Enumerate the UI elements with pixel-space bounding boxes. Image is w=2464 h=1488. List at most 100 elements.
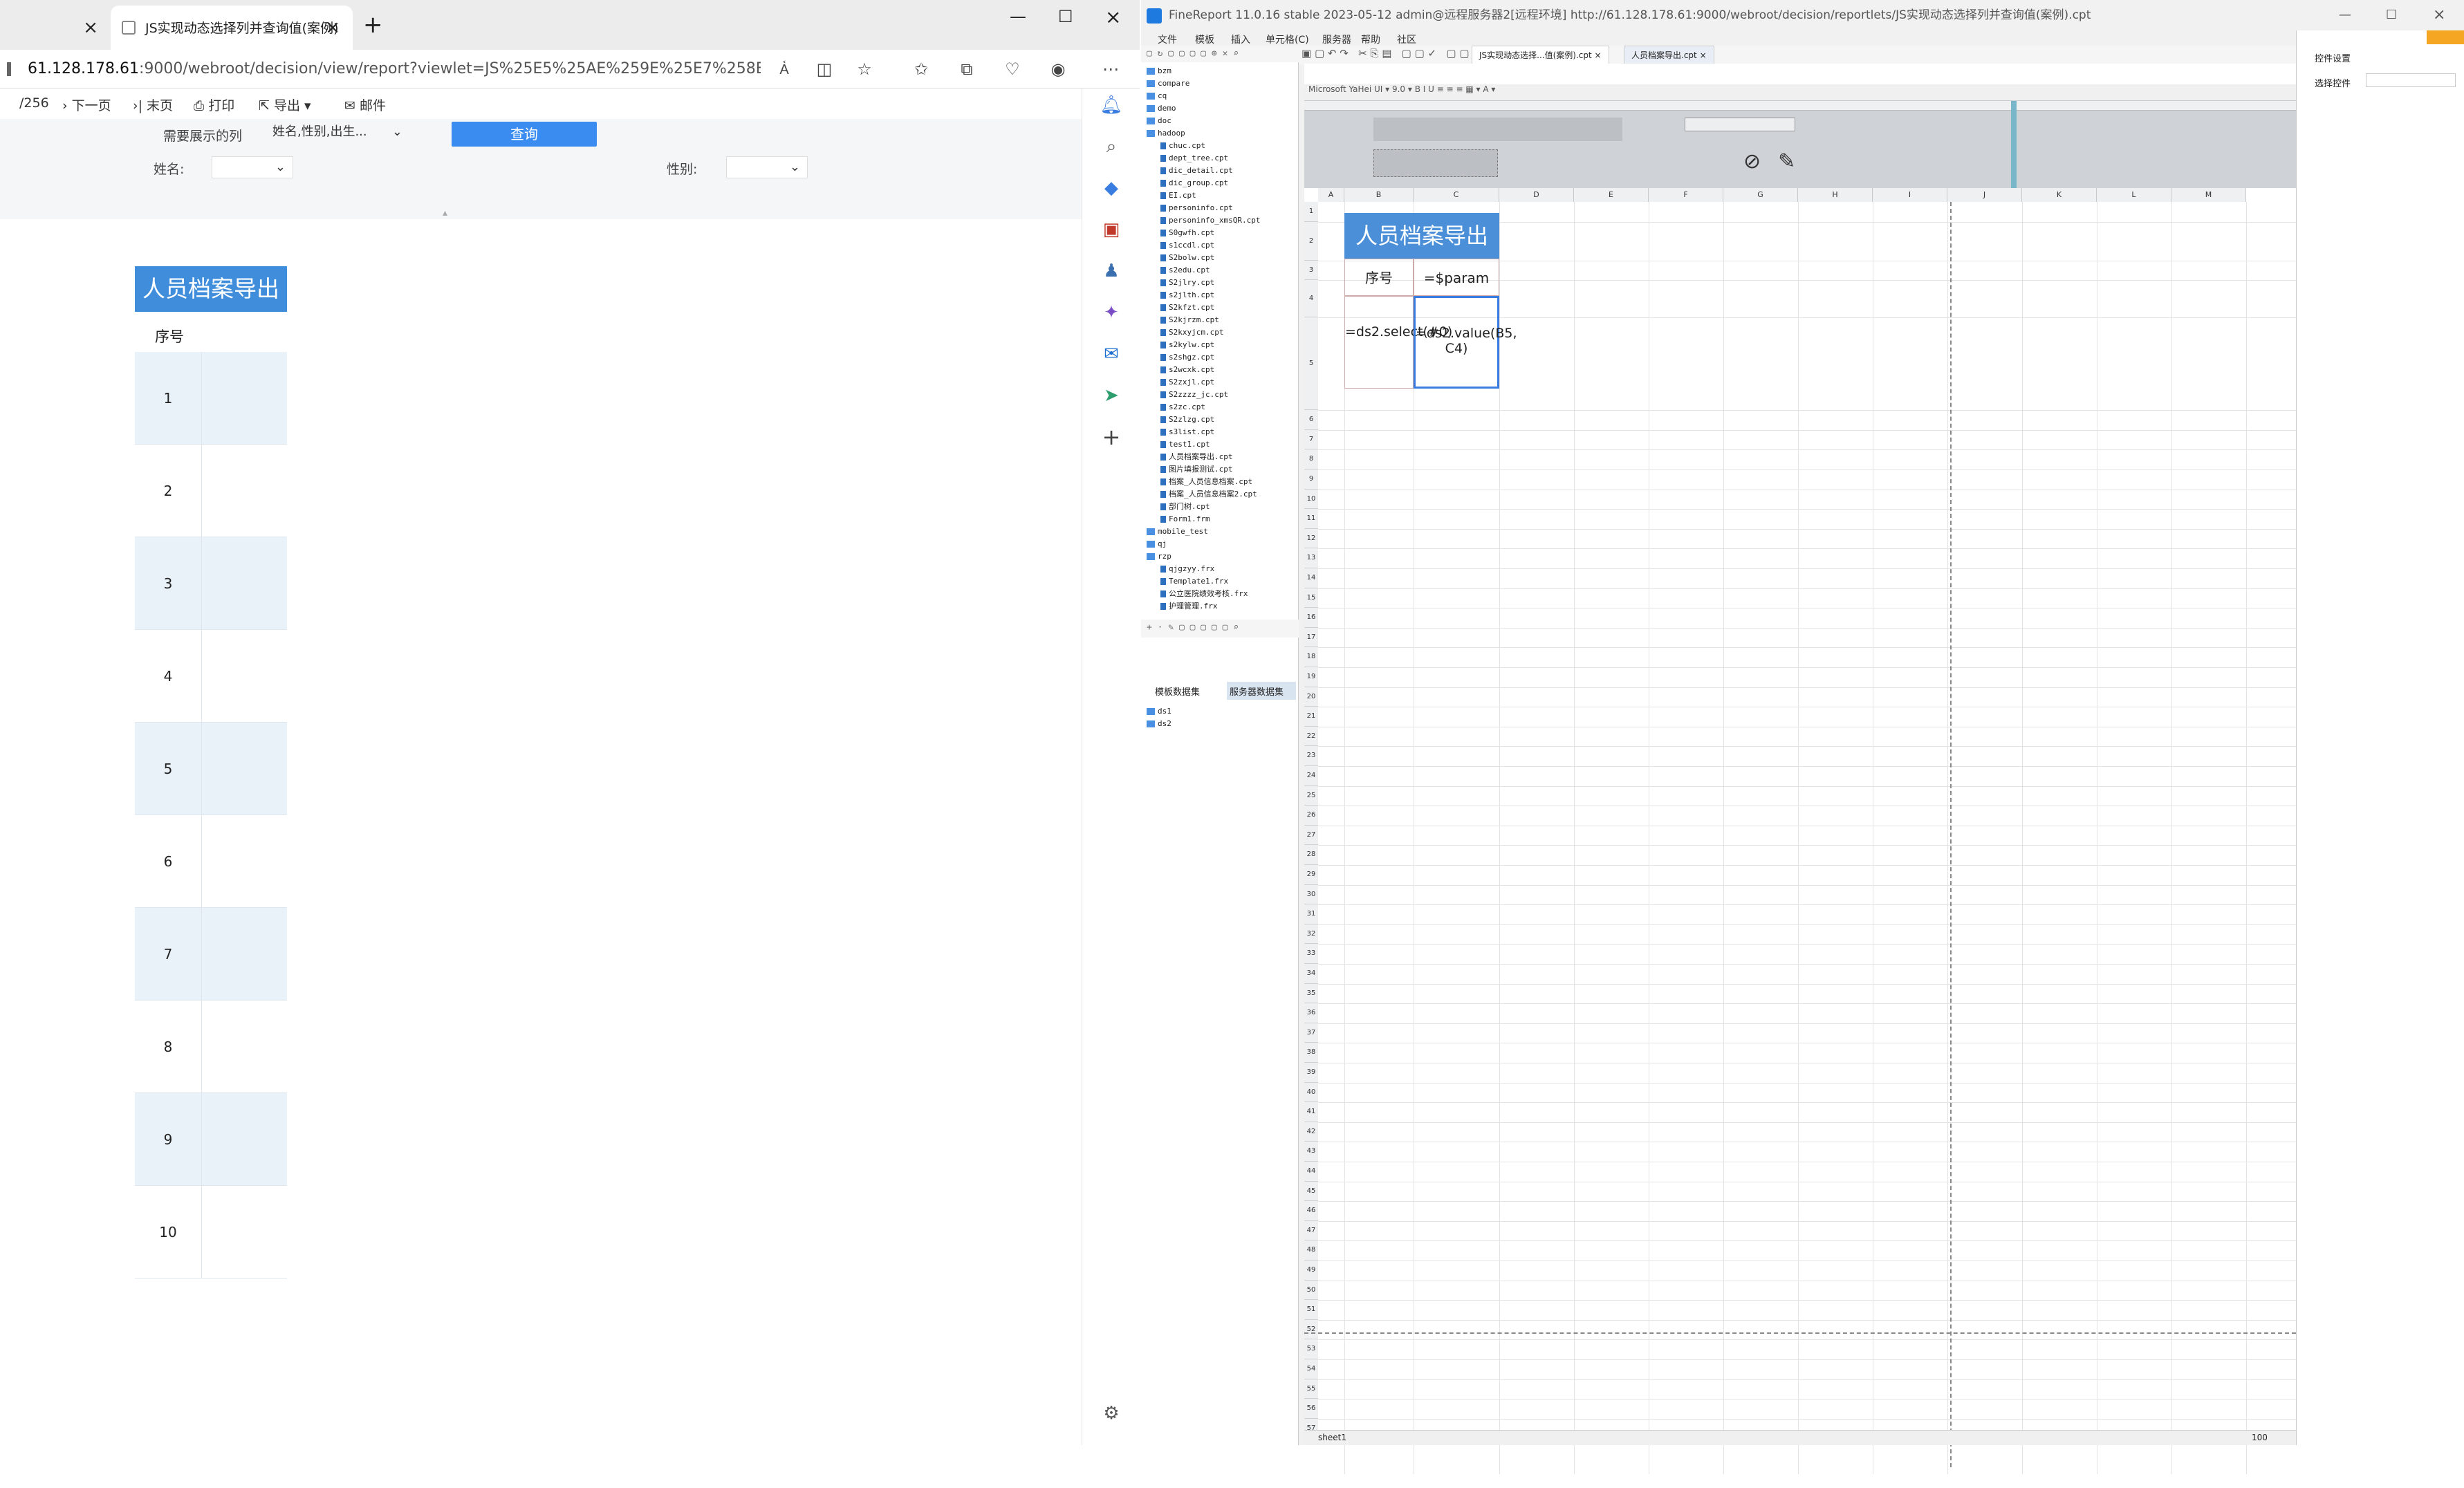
row-header[interactable]: 35 (1304, 983, 1318, 1004)
tree-folder[interactable]: hadoop (1147, 127, 1185, 140)
collections-icon[interactable]: ⧉ (956, 58, 978, 80)
tree-folder[interactable]: demo (1147, 102, 1176, 115)
tree-file[interactable]: 公立医院绩效考核.frx (1160, 588, 1248, 600)
address-bar[interactable]: 61.128.178.61:9000/webroot/decision/view… (0, 50, 1140, 89)
column-header[interactable]: C (1414, 188, 1499, 202)
menu-insert[interactable]: 插入 (1231, 32, 1250, 46)
row-header[interactable]: 51 (1304, 1300, 1318, 1320)
query-button[interactable]: 查询 (452, 122, 597, 147)
tree-folder[interactable]: qj (1147, 538, 1167, 550)
row-header[interactable]: 52 (1304, 1319, 1318, 1340)
toolbar-icons[interactable]: ▣ ▢ ↶ ↷ ✂ ⎘ ▤ ▢ ▢ ✓ ▢ ▢ (1302, 47, 1470, 59)
column-header[interactable]: E (1574, 188, 1649, 202)
tree-file[interactable]: 档案_人员信息档案.cpt (1160, 476, 1252, 488)
row-header[interactable]: 53 (1304, 1339, 1318, 1359)
print-button[interactable]: ⎙ 打印 (194, 95, 234, 114)
tree-file[interactable]: EI.cpt (1160, 189, 1196, 202)
row-header[interactable]: 36 (1304, 1003, 1318, 1023)
tree-file[interactable]: personinfo.cpt (1160, 202, 1233, 214)
cell-c5[interactable]: =ds2.value(B5, C4) (1414, 296, 1517, 389)
tree-file[interactable]: Template1.frx (1160, 575, 1228, 588)
tree-folder[interactable]: rzp (1147, 550, 1171, 563)
tree-file[interactable]: S2jlry.cpt (1160, 277, 1214, 289)
minimize-icon[interactable]: — (2339, 0, 2351, 30)
row-header[interactable]: 23 (1304, 746, 1318, 766)
heart-icon[interactable]: ♡ (1001, 58, 1023, 80)
row-header[interactable]: 19 (1304, 667, 1318, 687)
row-header[interactable]: 25 (1304, 785, 1318, 806)
tree-file[interactable]: S2kfzt.cpt (1160, 301, 1214, 314)
column-header[interactable]: H (1798, 188, 1873, 202)
tree-file[interactable]: s2kylw.cpt (1160, 339, 1214, 351)
row-header[interactable]: 45 (1304, 1181, 1318, 1202)
row-header[interactable]: 11 (1304, 509, 1318, 529)
row-header[interactable]: 27 (1304, 825, 1318, 846)
row-header[interactable]: 5 (1304, 317, 1318, 411)
tree-file[interactable]: s1ccdl.cpt (1160, 239, 1214, 252)
row-header[interactable]: 40 (1304, 1082, 1318, 1103)
tree-file[interactable]: s2jlth.cpt (1160, 289, 1214, 301)
tree-file[interactable]: dept_tree.cpt (1160, 152, 1228, 165)
row-header[interactable]: 22 (1304, 726, 1318, 747)
hide-icon[interactable]: ⊘ (1743, 149, 1761, 174)
tag-icon[interactable]: ◆ (1097, 174, 1125, 202)
tab-template-dataset[interactable]: 模板数据集 (1155, 685, 1200, 698)
spreadsheet[interactable]: A B C D E F G H I J K L M 1 2 3 4 5 6 7 8 9 10 11 12 13 14 15 16 17 18… (1304, 188, 2296, 1488)
row-header[interactable]: 6 (1304, 410, 1318, 430)
collapse-icon[interactable]: ▴ (443, 207, 447, 218)
tree-folder[interactable]: cq (1147, 90, 1167, 102)
send-icon[interactable]: ➤ (1097, 382, 1125, 409)
tree-file[interactable]: S2kxyjcm.cpt (1160, 326, 1223, 339)
row-header[interactable]: 3 (1304, 260, 1318, 281)
new-tab-icon[interactable]: + (363, 8, 383, 41)
row-header[interactable]: 33 (1304, 944, 1318, 964)
dataset-item[interactable]: ds1 (1147, 705, 1171, 718)
toolbox-icon[interactable]: ▣ (1097, 216, 1125, 243)
next-page-button[interactable]: › 下一页 (62, 95, 111, 114)
row-header[interactable]: 29 (1304, 865, 1318, 885)
column-header[interactable]: I (1873, 188, 1947, 202)
row-header[interactable]: 4 (1304, 280, 1318, 318)
settings-gear-icon[interactable]: ⚙ (1097, 1399, 1125, 1427)
column-header[interactable]: B (1344, 188, 1414, 202)
export-button[interactable]: ⇱ 导出 ▾ (259, 95, 311, 114)
row-header[interactable]: 2 (1304, 221, 1318, 261)
row-header[interactable]: 21 (1304, 707, 1318, 727)
tree-file[interactable]: S2kjrzm.cpt (1160, 314, 1219, 326)
tree-file[interactable]: s2edu.cpt (1160, 264, 1210, 277)
tree-file[interactable]: S2bolw.cpt (1160, 252, 1214, 264)
tree-file[interactable]: dic_detail.cpt (1160, 165, 1233, 177)
gender-select[interactable]: ⌄ (726, 156, 808, 178)
row-header[interactable]: 49 (1304, 1261, 1318, 1281)
row-header[interactable]: 37 (1304, 1023, 1318, 1043)
row-header[interactable]: 9 (1304, 469, 1318, 490)
row-header[interactable]: 24 (1304, 766, 1318, 786)
tree-file[interactable]: test1.cpt (1160, 438, 1210, 451)
column-header[interactable]: M (2171, 188, 2246, 202)
row-header[interactable]: 50 (1304, 1280, 1318, 1301)
menu-community[interactable]: 社区 (1397, 32, 1416, 46)
column-header[interactable]: K (2022, 188, 2097, 202)
row-header[interactable]: 46 (1304, 1201, 1318, 1221)
columns-select[interactable]: 姓名,性别,出生... ⌄ (267, 122, 409, 144)
add-icon[interactable]: + (1097, 423, 1125, 451)
zoom-level[interactable]: 100 (2252, 1433, 2268, 1442)
row-header[interactable]: 43 (1304, 1142, 1318, 1162)
games-icon[interactable]: ♟ (1097, 257, 1125, 285)
column-header[interactable]: D (1499, 188, 1574, 202)
tree-file[interactable]: 档案_人员信息档案2.cpt (1160, 488, 1257, 501)
cell-seq[interactable]: 序号 (1344, 259, 1414, 296)
name-select[interactable]: ⌄ (212, 156, 293, 178)
tree-file[interactable]: personinfo_xmsQR.cpt (1160, 214, 1260, 227)
outlook-icon[interactable]: ✉ (1097, 340, 1125, 368)
tree-folder[interactable]: bzm (1147, 65, 1171, 77)
cell-title[interactable]: 人员档案导出 (1344, 213, 1499, 259)
tree-file[interactable]: S0gwfh.cpt (1160, 227, 1214, 239)
format-toolbar[interactable]: Microsoft YaHei UI ▾ 9.0 ▾ B I U ≡ ≡ ≡ ▦… (1304, 84, 2296, 101)
row-header[interactable]: 20 (1304, 687, 1318, 707)
column-header[interactable]: G (1723, 188, 1798, 202)
register-badge[interactable] (2427, 30, 2464, 44)
dataset-item[interactable]: ds2 (1147, 718, 1171, 730)
tree-file[interactable]: dic_group.cpt (1160, 177, 1228, 189)
select-widget-dropdown[interactable] (2366, 73, 2456, 87)
